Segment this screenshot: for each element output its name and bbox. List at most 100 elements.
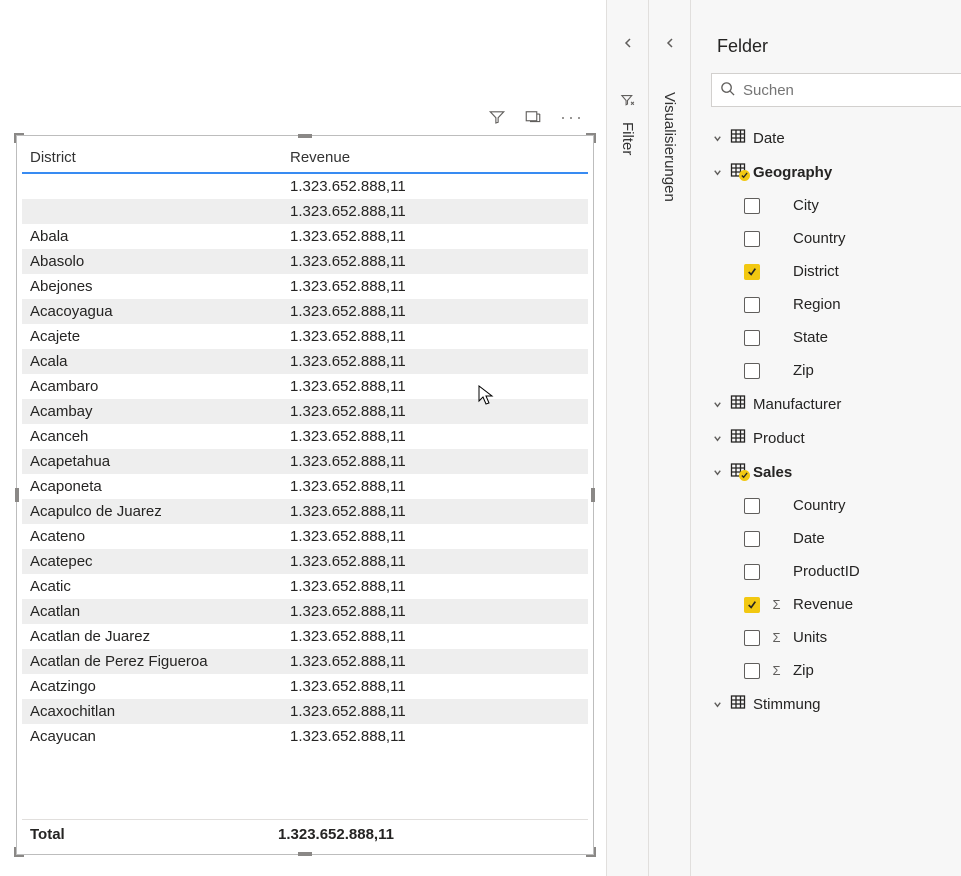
field-checkbox[interactable]	[744, 297, 760, 313]
table-row[interactable]: Acapetahua1.323.652.888,11	[22, 449, 588, 474]
table-icon	[730, 162, 746, 182]
field-checkbox[interactable]	[744, 597, 760, 613]
field-name: Country	[793, 497, 846, 514]
table-row[interactable]: Acacoyagua1.323.652.888,11	[22, 299, 588, 324]
chevron-left-icon[interactable]	[664, 36, 676, 52]
cell-district: Acapulco de Juarez	[30, 503, 290, 520]
table-row[interactable]: Abasolo1.323.652.888,11	[22, 249, 588, 274]
resize-handle-left[interactable]	[15, 488, 19, 502]
table-node[interactable]: Manufacturer	[707, 387, 961, 421]
field-item[interactable]: Country	[740, 222, 961, 255]
field-checkbox[interactable]	[744, 498, 760, 514]
field-item[interactable]: Σ Units	[740, 621, 961, 654]
field-checkbox[interactable]	[744, 330, 760, 346]
caret-down-icon[interactable]	[711, 698, 723, 710]
table-row[interactable]: Acanceh1.323.652.888,11	[22, 424, 588, 449]
table-row[interactable]: Abala1.323.652.888,11	[22, 224, 588, 249]
field-checkbox[interactable]	[744, 231, 760, 247]
field-checkbox[interactable]	[744, 663, 760, 679]
field-item[interactable]: ΣRevenue	[740, 588, 961, 621]
table-row[interactable]: Acambay1.323.652.888,11	[22, 399, 588, 424]
table-row[interactable]: Acatlan de Perez Figueroa1.323.652.888,1…	[22, 649, 588, 674]
field-name: Units	[793, 629, 827, 646]
field-item[interactable]: Zip	[740, 354, 961, 387]
more-options-icon[interactable]: ···	[560, 112, 584, 122]
field-item[interactable]: Region	[740, 288, 961, 321]
field-item[interactable]: Date	[740, 522, 961, 555]
table-row[interactable]: Acayucan1.323.652.888,11	[22, 724, 588, 749]
field-item[interactable]: District	[740, 255, 961, 288]
table-row[interactable]: Acaponeta1.323.652.888,11	[22, 474, 588, 499]
filters-pane-label: Filter	[619, 122, 636, 155]
cell-revenue: 1.323.652.888,11	[290, 353, 430, 370]
caret-down-icon[interactable]	[711, 466, 723, 478]
table-row[interactable]: Acatlan de Juarez1.323.652.888,11	[22, 624, 588, 649]
field-name: Zip	[793, 662, 814, 679]
search-input[interactable]	[743, 82, 953, 99]
table-name: Stimmung	[753, 696, 821, 713]
cell-revenue: 1.323.652.888,11	[290, 253, 430, 270]
table-name: Sales	[753, 464, 792, 481]
cell-district: Acatlan de Perez Figueroa	[30, 653, 290, 670]
table-row[interactable]: Acambaro1.323.652.888,11	[22, 374, 588, 399]
field-item[interactable]: Country	[740, 489, 961, 522]
cell-revenue: 1.323.652.888,11	[290, 653, 430, 670]
table-row[interactable]: Acatlan1.323.652.888,11	[22, 599, 588, 624]
resize-handle-right[interactable]	[591, 488, 595, 502]
resize-handle-top[interactable]	[298, 134, 312, 138]
filter-pane-icon	[619, 92, 636, 112]
field-name: Region	[793, 296, 841, 313]
table-row[interactable]: Acala1.323.652.888,11	[22, 349, 588, 374]
caret-down-icon[interactable]	[711, 432, 723, 444]
field-checkbox[interactable]	[744, 363, 760, 379]
fields-search[interactable]	[711, 73, 961, 107]
caret-down-icon[interactable]	[711, 398, 723, 410]
field-checkbox[interactable]	[744, 564, 760, 580]
table-icon	[730, 128, 746, 148]
field-checkbox[interactable]	[744, 264, 760, 280]
column-header-revenue[interactable]: Revenue	[290, 149, 580, 166]
field-checkbox[interactable]	[744, 630, 760, 646]
focus-mode-icon[interactable]	[524, 108, 542, 126]
cell-district: Acaxochitlan	[30, 703, 290, 720]
caret-down-icon[interactable]	[711, 132, 723, 144]
table-header-row: District Revenue	[22, 141, 588, 174]
table-node[interactable]: Stimmung	[707, 687, 961, 721]
table-row[interactable]: Acateno1.323.652.888,11	[22, 524, 588, 549]
resize-handle-bottom[interactable]	[298, 852, 312, 856]
cell-revenue: 1.323.652.888,11	[290, 703, 430, 720]
visualizations-pane-collapsed[interactable]: Visualisierungen	[648, 0, 690, 876]
field-checkbox[interactable]	[744, 531, 760, 547]
field-name: Date	[793, 530, 825, 547]
table-row[interactable]: Acajete1.323.652.888,11	[22, 324, 588, 349]
field-checkbox[interactable]	[744, 198, 760, 214]
table-node[interactable]: Sales	[707, 455, 961, 489]
table-row[interactable]: 1.323.652.888,11	[22, 174, 588, 199]
table-row[interactable]: Acatzingo1.323.652.888,11	[22, 674, 588, 699]
filter-icon[interactable]	[488, 108, 506, 126]
table-body[interactable]: 1.323.652.888,111.323.652.888,11Abala1.3…	[22, 174, 588, 819]
caret-down-icon[interactable]	[711, 166, 723, 178]
field-item[interactable]: ΣZip	[740, 654, 961, 687]
table-row[interactable]: 1.323.652.888,11	[22, 199, 588, 224]
cell-district: Acapetahua	[30, 453, 290, 470]
field-item[interactable]: State	[740, 321, 961, 354]
column-header-district[interactable]: District	[30, 149, 290, 166]
field-item[interactable]: City	[740, 189, 961, 222]
table-row[interactable]: Acapulco de Juarez1.323.652.888,11	[22, 499, 588, 524]
sigma-icon: Σ	[770, 630, 783, 645]
visualizations-pane-label: Visualisierungen	[661, 92, 678, 202]
field-item[interactable]: ProductID	[740, 555, 961, 588]
table-node[interactable]: Product	[707, 421, 961, 455]
table-node[interactable]: Geography	[707, 155, 961, 189]
cell-revenue: 1.323.652.888,11	[290, 228, 430, 245]
table-row[interactable]: Acatepec1.323.652.888,11	[22, 549, 588, 574]
table-visual[interactable]: District Revenue 1.323.652.888,111.323.6…	[16, 135, 594, 855]
filters-pane-collapsed[interactable]: Filter	[606, 0, 648, 876]
table-node[interactable]: Date	[707, 121, 961, 155]
table-row[interactable]: Abejones1.323.652.888,11	[22, 274, 588, 299]
table-row[interactable]: Acaxochitlan1.323.652.888,11	[22, 699, 588, 724]
report-canvas[interactable]: ··· District Revenue 1.323.652.888,111.3…	[0, 0, 604, 876]
chevron-left-icon[interactable]	[622, 36, 634, 52]
table-row[interactable]: Acatic1.323.652.888,11	[22, 574, 588, 599]
